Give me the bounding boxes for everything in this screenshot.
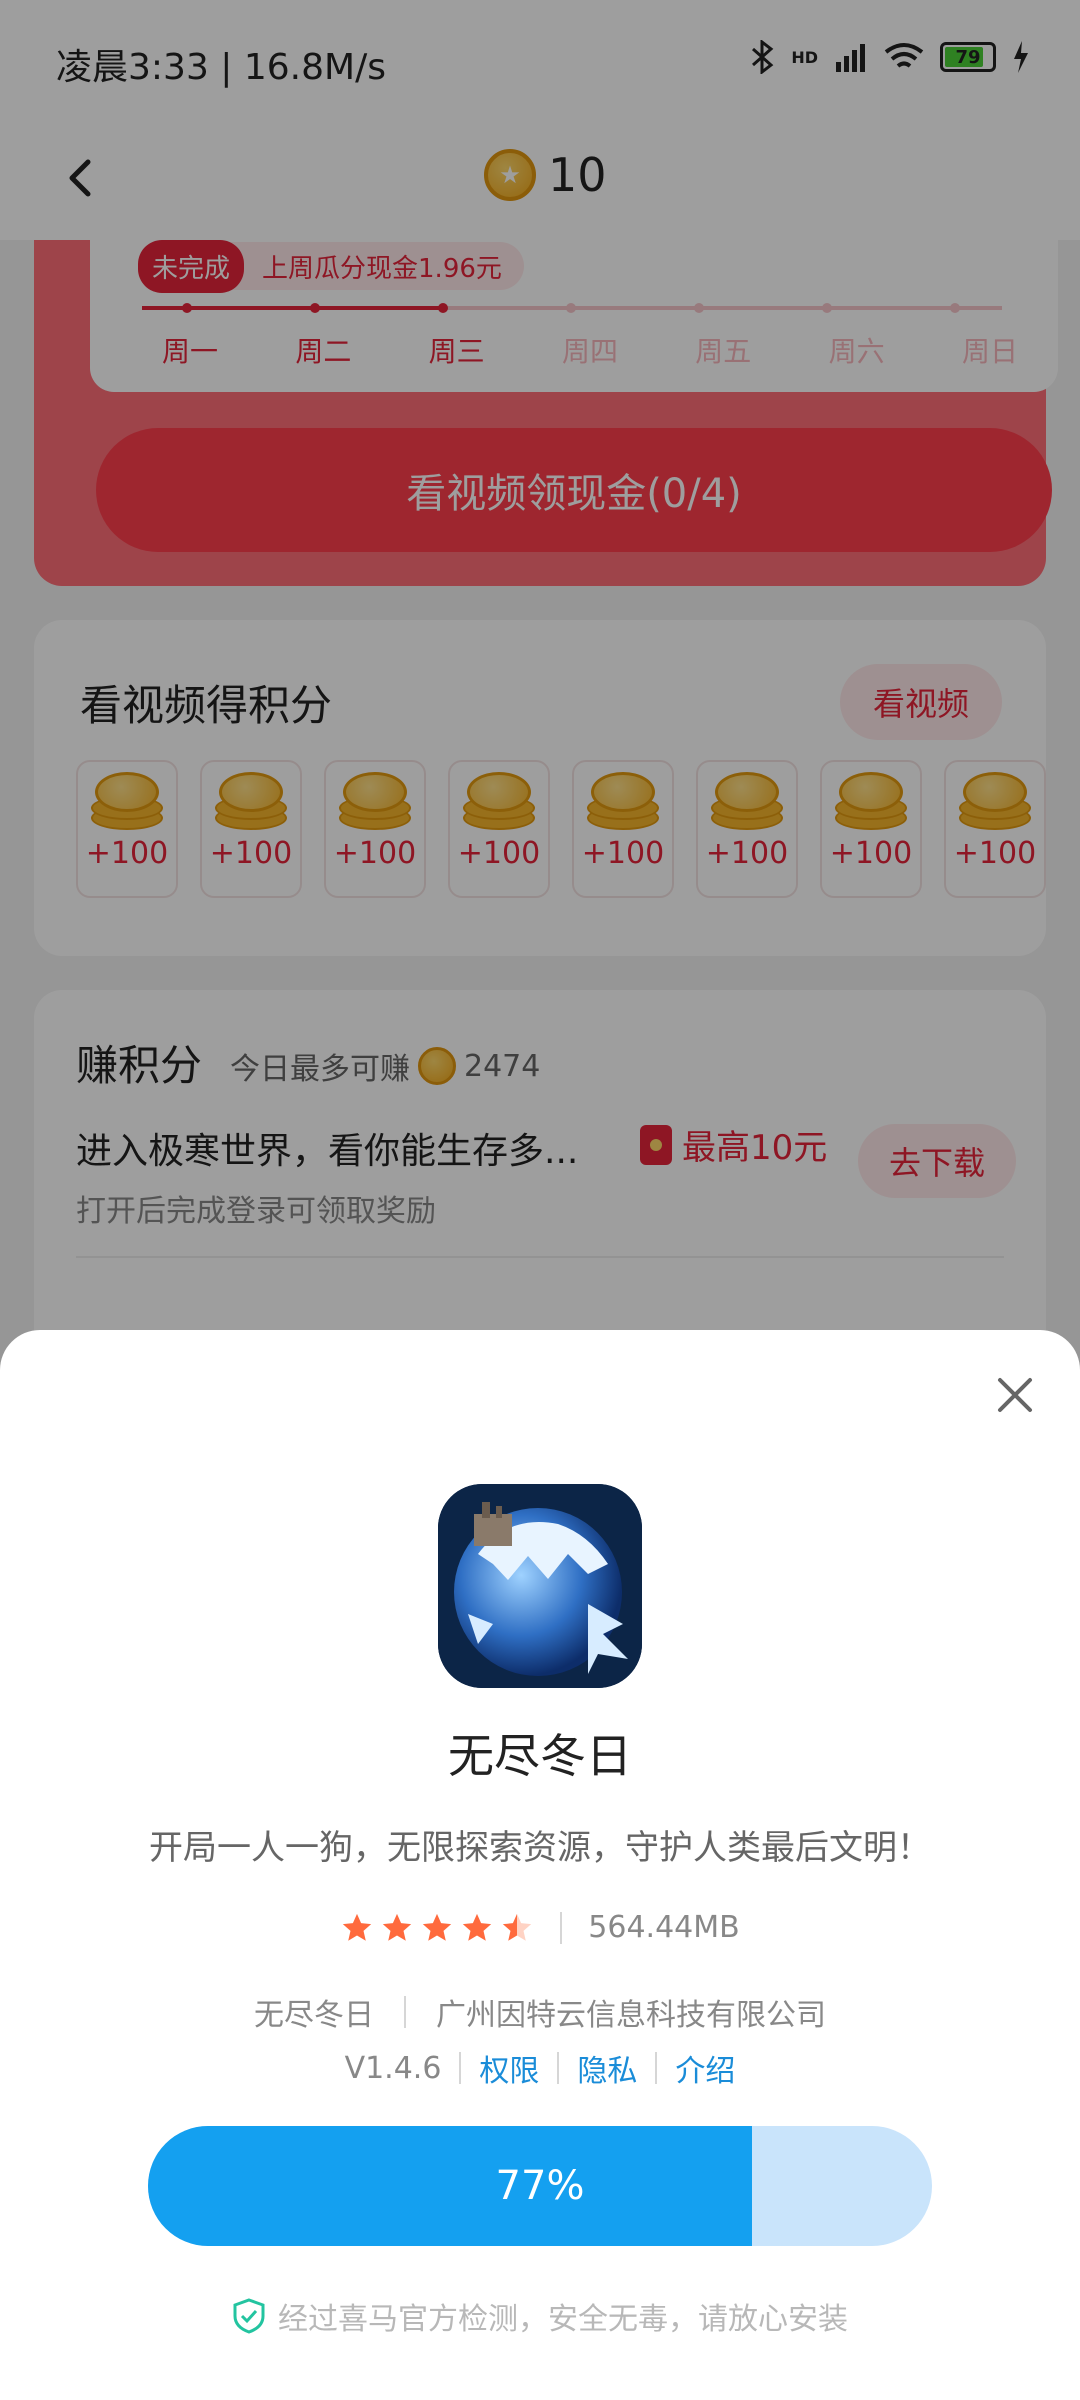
separator [560,1911,563,1944]
half-star-icon [503,1913,532,1941]
separator [459,2052,462,2084]
star-icon [463,1913,492,1941]
app-description: 开局一人一狗，无限探索资源，守护人类最后文明！ [149,1828,931,1868]
separator [655,2052,658,2084]
safety-text: 经过喜马官方检测，安全无毒，请放心安装 [278,2302,848,2337]
rating-size-row: 564.44MB [0,1910,1080,1945]
frozen-planet-icon [438,1484,642,1688]
company-name: 广州因特云信息科技有限公司 [436,1998,826,2033]
star-icon [343,1913,372,1941]
developer-app-name: 无尽冬日 [254,1998,374,2033]
rating-stars [340,1911,534,1945]
developer-row: 无尽冬日 广州因特云信息科技有限公司 [0,1990,1080,2034]
shield-check-icon [233,2298,265,2334]
star-icon [423,1913,452,1941]
app-name: 无尽冬日 [448,1729,632,1783]
app-icon [438,1484,642,1688]
close-icon[interactable] [990,1370,1040,1420]
download-progress-button[interactable]: 77% [148,2126,932,2246]
safety-notice: 经过喜马官方检测，安全无毒，请放心安装 [0,2294,1080,2338]
app-download-sheet: 无尽冬日 开局一人一狗，无限探索资源，守护人类最后文明！ 564.44MB 无尽… [0,1330,1080,2400]
links-row: V1.4.6 权限 隐私 介绍 [0,2046,1080,2090]
separator [557,2052,560,2084]
star-icon [383,1913,412,1941]
app-size: 564.44MB [588,1910,740,1945]
privacy-link[interactable]: 隐私 [577,2046,637,2090]
download-progress-label: 77% [495,2163,585,2209]
app-version: V1.4.6 [344,2050,442,2086]
permissions-link[interactable]: 权限 [479,2046,539,2090]
intro-link[interactable]: 介绍 [675,2046,735,2090]
separator [404,1996,406,2028]
